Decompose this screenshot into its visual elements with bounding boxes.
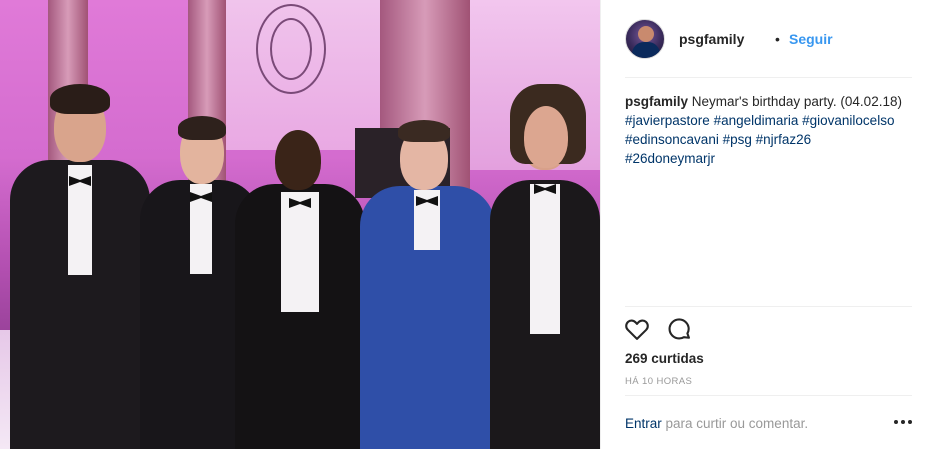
login-prompt: Entrar para curtir ou comentar. <box>625 416 808 431</box>
photo-person <box>490 80 600 449</box>
comment-icon[interactable] <box>665 315 693 343</box>
photo-person <box>235 122 365 449</box>
divider <box>625 77 912 78</box>
hashtag-link[interactable]: #angeldimaria <box>714 113 799 128</box>
more-options-icon[interactable] <box>891 412 915 432</box>
hashtag-link[interactable]: #edinsoncavani <box>625 132 719 147</box>
caption-text: Neymar's birthday party. (04.02.18) <box>691 94 902 109</box>
likes-count[interactable]: 269 curtidas <box>625 351 704 366</box>
post-caption: psgfamily Neymar's birthday party. (04.0… <box>625 92 915 168</box>
post-details-panel: psgfamily • Seguir psgfamily Neymar's bi… <box>600 0 934 449</box>
login-prompt-text: para curtir ou comentar. <box>661 416 809 431</box>
follow-button[interactable]: Seguir <box>789 31 833 47</box>
hashtag-link[interactable]: #psg <box>723 132 752 147</box>
hashtag-link[interactable]: #giovanilocelso <box>802 113 894 128</box>
divider <box>625 306 912 307</box>
separator-dot: • <box>775 31 780 47</box>
username-link[interactable]: psgfamily <box>679 31 744 47</box>
photo-wall-ornament <box>256 4 326 94</box>
photo-person <box>360 118 495 449</box>
hashtag-link[interactable]: #javierpastore <box>625 113 710 128</box>
login-link[interactable]: Entrar <box>625 416 662 431</box>
avatar[interactable] <box>625 19 665 59</box>
hashtag-link[interactable]: #njrfaz26 <box>756 132 812 147</box>
hashtag-link[interactable]: #26doneymarjr <box>625 151 715 166</box>
post-photo[interactable] <box>0 0 600 449</box>
heart-icon[interactable] <box>623 315 651 343</box>
caption-username[interactable]: psgfamily <box>625 94 688 109</box>
post-header: psgfamily • Seguir <box>601 0 934 78</box>
divider <box>625 395 912 396</box>
post-timestamp: HÁ 10 HORAS <box>625 376 693 387</box>
photo-person <box>10 80 150 449</box>
